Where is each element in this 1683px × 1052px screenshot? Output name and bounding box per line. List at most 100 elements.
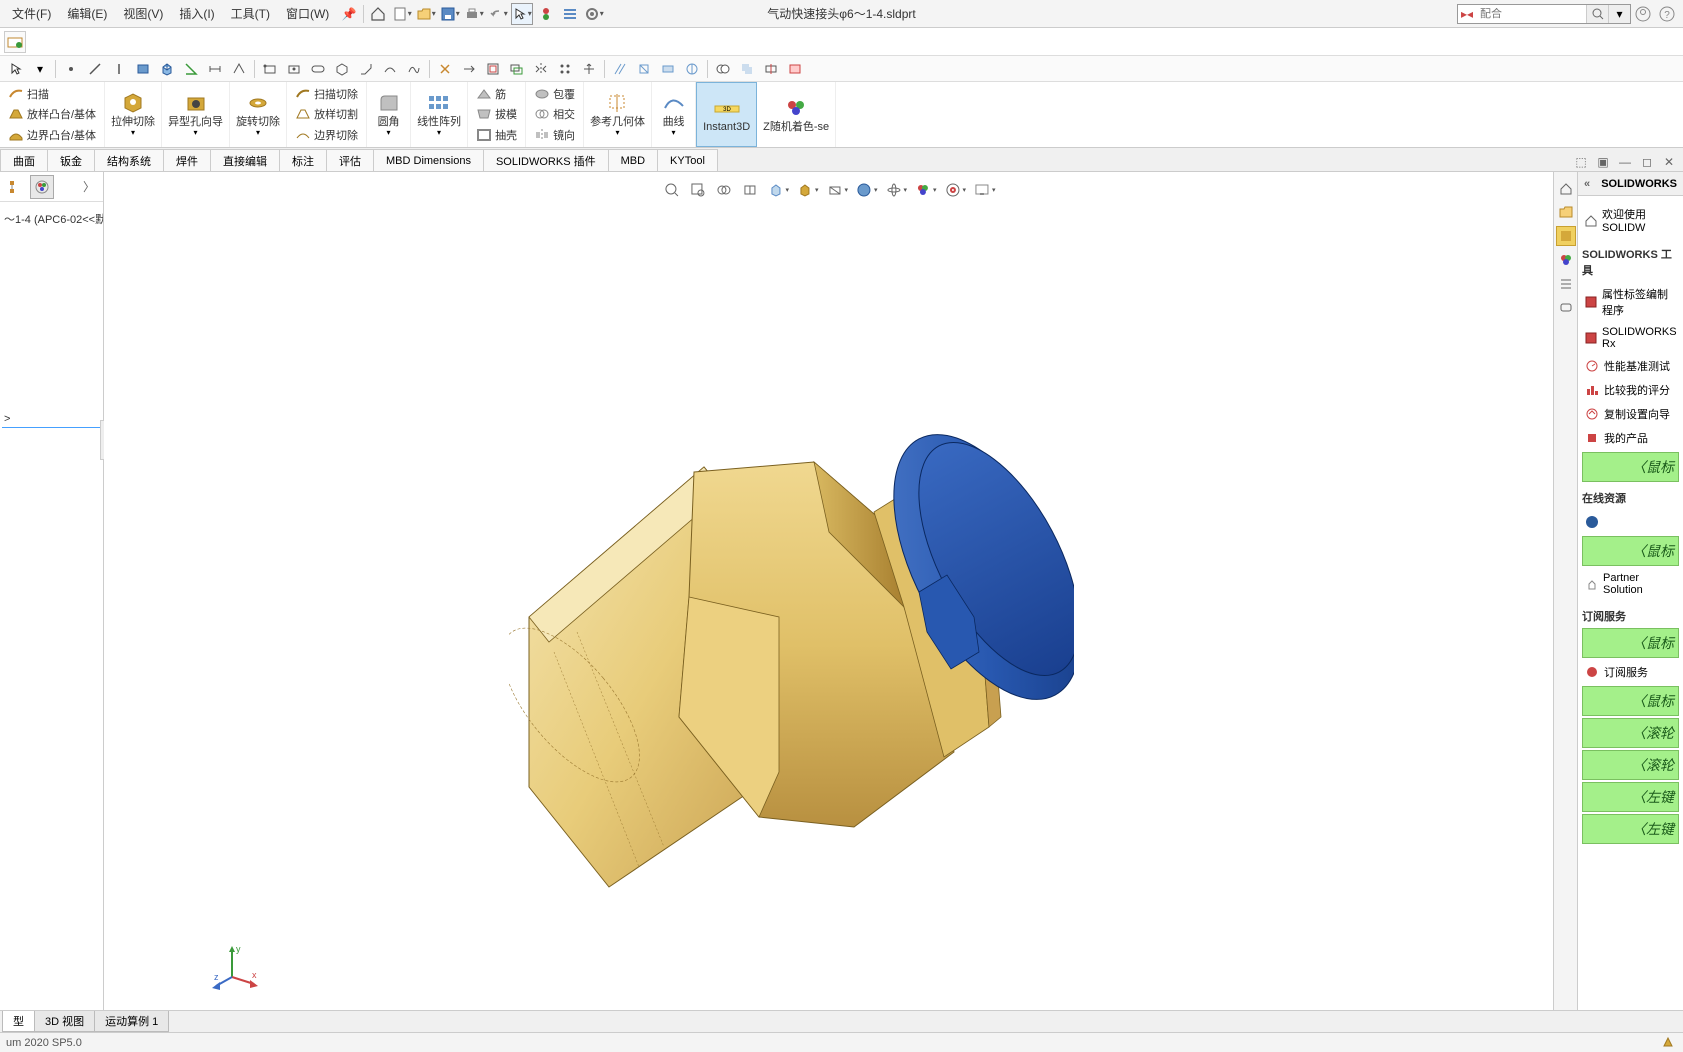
print-icon[interactable]: ▾ [463,3,485,25]
pattern-sketch-icon[interactable] [554,58,576,80]
rt-home-icon[interactable] [1556,178,1576,198]
menu-edit[interactable]: 编辑(E) [59,1,115,26]
boundary-boss-button[interactable]: 边界凸台/基体 [6,125,98,145]
split-icon[interactable] [712,58,734,80]
select-dd[interactable]: ▾ [29,58,51,80]
slot-icon[interactable] [307,58,329,80]
combine-icon[interactable] [736,58,758,80]
3d-model[interactable] [509,417,1074,892]
instant3d-button[interactable]: 3D Instant3D [696,82,757,147]
move-sketch-icon[interactable] [578,58,600,80]
select-tool-icon[interactable] [5,58,27,80]
boundary-cut-button[interactable]: 边界切除 [293,125,360,145]
tp-copy-settings[interactable]: 复制设置向导 [1582,402,1679,426]
loft-cut-button[interactable]: 放样切割 [293,104,360,124]
edit-appearance-icon[interactable] [852,178,876,202]
split-line-icon[interactable] [760,58,782,80]
rt-forum-icon[interactable] [1556,298,1576,318]
tab-evaluate[interactable]: 评估 [326,149,374,171]
tp-partner[interactable]: Partner Solution [1582,568,1679,600]
curves-button[interactable]: 曲线▾ [652,82,696,147]
cube-icon[interactable] [156,58,178,80]
tab-annotate[interactable]: 标注 [279,149,327,171]
section-view-icon[interactable] [737,178,761,202]
rt-folder-icon[interactable] [1556,202,1576,222]
pin-icon[interactable]: 📌 [338,3,360,25]
tp-my-products[interactable]: 我的产品 [1582,426,1679,450]
rt-appearance-icon[interactable] [1556,226,1576,246]
tab-kytool[interactable]: KYTool [657,149,718,171]
delete-face-icon[interactable] [784,58,806,80]
user-icon[interactable] [1632,3,1654,25]
sketch-tool-4-icon[interactable] [681,58,703,80]
tp-prop-tab[interactable]: 属性标签编制程序 [1582,282,1679,322]
sketch-tool-3-icon[interactable] [657,58,679,80]
sketch-tool-2-icon[interactable] [633,58,655,80]
shell-button[interactable]: 抽壳 [474,125,519,145]
fm-expand-arrow[interactable]: 〉 [79,178,99,195]
bottom-tab-motion[interactable]: 运动算例 1 [94,1011,169,1032]
sketch-tool-1-icon[interactable] [609,58,631,80]
offset-icon[interactable] [506,58,528,80]
intersect-button[interactable]: 相交 [532,104,577,124]
trim-icon[interactable] [434,58,456,80]
help-icon[interactable]: ? [1656,3,1678,25]
draft-button[interactable]: 拔模 [474,104,519,124]
extend-icon[interactable] [458,58,480,80]
tab-structure[interactable]: 结构系统 [94,149,164,171]
chamfer-line-icon[interactable] [355,58,377,80]
tab-weldment[interactable]: 焊件 [163,149,211,171]
view-orient-icon[interactable] [763,178,787,202]
angle-icon[interactable] [180,58,202,80]
fm-gt-mark[interactable]: > [2,410,101,428]
minimize-icon[interactable]: — [1615,153,1635,171]
settings-icon[interactable]: ▾ [583,3,605,25]
display-style-icon[interactable] [793,178,817,202]
vertical-line-icon[interactable] [108,58,130,80]
undo-icon[interactable]: ▾ [487,3,509,25]
spline-icon[interactable] [403,58,425,80]
dimension-icon[interactable] [204,58,226,80]
convert-icon[interactable] [482,58,504,80]
tp-compare[interactable]: 比较我的评分 [1582,378,1679,402]
search-input[interactable] [1476,8,1586,20]
mirror-sketch-icon[interactable] [530,58,552,80]
rect-icon[interactable] [132,58,154,80]
tab-direct-edit[interactable]: 直接编辑 [210,149,280,171]
menu-insert[interactable]: 插入(I) [171,1,222,26]
rebuild-icon[interactable] [535,3,557,25]
search-mode-icon[interactable]: ▸◂ [1458,7,1476,21]
menu-view[interactable]: 视图(V) [115,1,171,26]
new-icon[interactable]: ▾ [391,3,413,25]
tp-perf-test[interactable]: 性能基准测试 [1582,354,1679,378]
revolve-cut-button[interactable]: 旋转切除▾ [230,82,287,147]
extrude-cut-button[interactable]: 拉伸切除▾ [105,82,162,147]
tab-surface[interactable]: 曲面 [0,149,48,171]
bottom-tab-model[interactable]: 型 [2,1011,35,1032]
zoom-fit-icon[interactable] [659,178,683,202]
fm-tree[interactable]: ～1-4 (APC6-02<<默认 > [0,202,103,1010]
sweep-button[interactable]: 扫描 [6,84,98,104]
view-triad[interactable]: y x z [212,942,262,992]
tab-sw-addins[interactable]: SOLIDWORKS 插件 [483,149,609,171]
options-list-icon[interactable] [559,3,581,25]
render-tools-icon[interactable] [911,178,935,202]
tab-mbd[interactable]: MBD [608,149,658,171]
hole-wizard-button[interactable]: 异型孔向导▾ [162,82,230,147]
open-icon[interactable]: ▾ [415,3,437,25]
arc-icon[interactable] [379,58,401,80]
home-icon[interactable] [367,3,389,25]
wrap-button[interactable]: 包覆 [532,84,577,104]
tp-sw-rx[interactable]: SOLIDWORKS Rx [1582,322,1679,354]
rib-button[interactable]: 筋 [474,84,519,104]
viewport[interactable]: ▾ ▾ ▾ ▾ ▾ ▾ ▾ ▾ ↖ [104,172,1553,1010]
tp-collapse-icon[interactable]: « [1584,178,1590,190]
tab-sheetmetal[interactable]: 钣金 [47,149,95,171]
bottom-tab-3dview[interactable]: 3D 视图 [34,1011,95,1032]
sweep-cut-button[interactable]: 扫描切除 [293,84,360,104]
menu-file[interactable]: 文件(F) [4,1,59,26]
random-color-button[interactable]: Z随机着色-se [757,82,836,147]
apply-scene-icon[interactable] [882,178,906,202]
hide-show-icon[interactable] [822,178,846,202]
rt-list-icon[interactable] [1556,274,1576,294]
